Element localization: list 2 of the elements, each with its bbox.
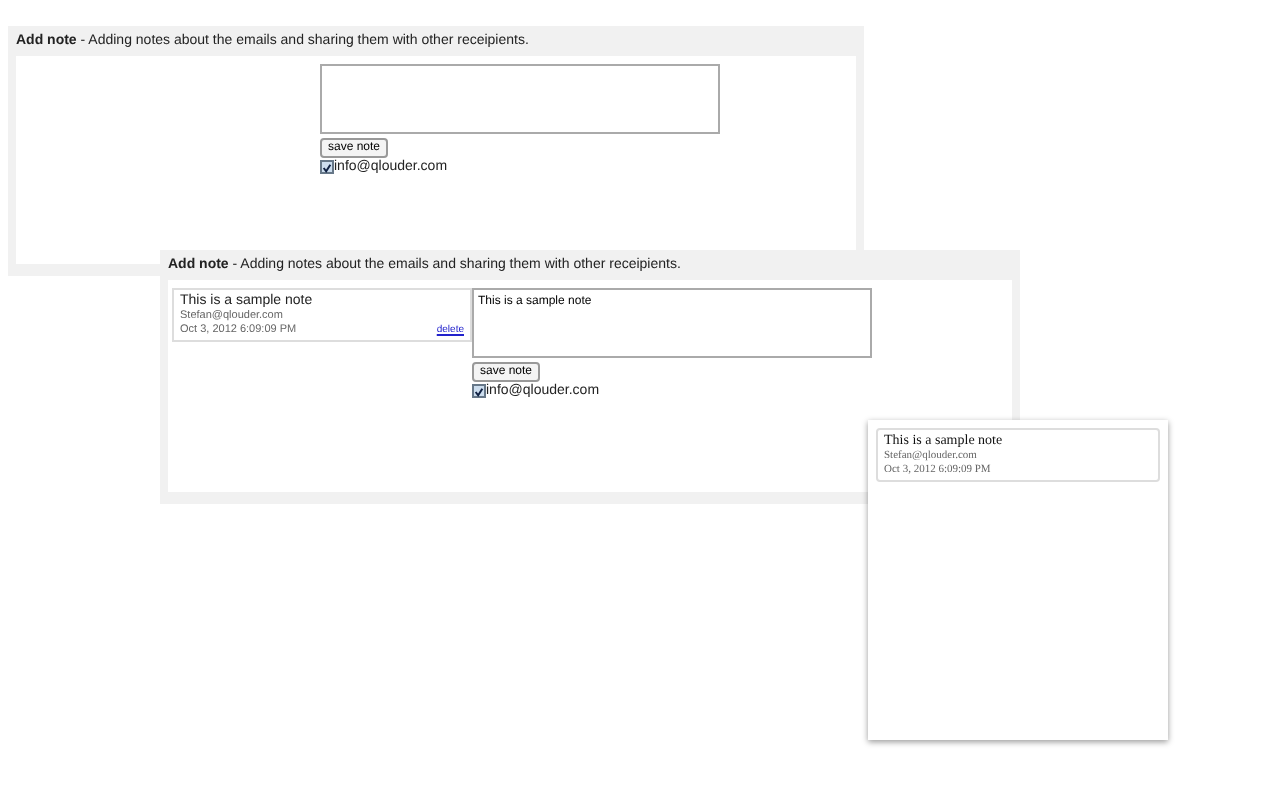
recipient-checkbox[interactable] <box>320 160 334 174</box>
recipient-checkbox[interactable] <box>472 384 486 398</box>
